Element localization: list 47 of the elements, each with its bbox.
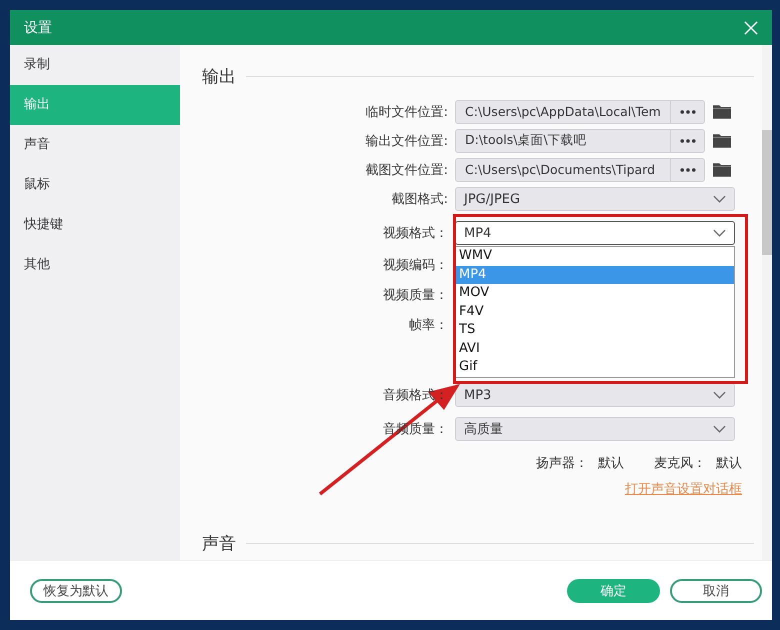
device-label: 麦克风： [654, 455, 706, 472]
folder-icon[interactable] [713, 162, 731, 177]
folder-icon[interactable] [713, 104, 731, 119]
dropdown-option[interactable]: TS [456, 321, 734, 340]
field-label: 视频编码： [382, 257, 449, 274]
field-label: 临时文件位置: [364, 104, 449, 120]
dropdown[interactable]: 高质量 [455, 417, 735, 441]
dropdown-option[interactable]: WMV [456, 247, 734, 266]
path-field[interactable]: C:\Users\pc\AppData\Local\Tem [455, 100, 705, 124]
chevron-icon [713, 391, 726, 399]
sidebar-item[interactable]: 录制 [10, 45, 180, 85]
dropdown-option[interactable]: MOV [456, 284, 734, 302]
field-label: 视频格式： [382, 225, 449, 242]
more-icon [680, 168, 696, 172]
chevron-icon [713, 195, 726, 203]
dropdown-option[interactable]: F4V [456, 302, 734, 321]
sidebar-item[interactable]: 声音 [10, 125, 180, 165]
folder-icon[interactable] [713, 133, 731, 148]
dropdown-option[interactable]: AVI [456, 340, 734, 358]
field-label: 视频质量： [382, 287, 449, 304]
path-field[interactable]: D:\tools\桌面\下载吧 [455, 128, 705, 152]
reset-button[interactable]: 恢复为默认 [30, 578, 122, 602]
more-icon [680, 110, 696, 114]
sidebar-item[interactable]: 快捷键 [10, 205, 180, 245]
device-label: 扬声器： [536, 455, 588, 472]
section-title: 输出 [202, 66, 236, 88]
device-value: 默认 [716, 455, 742, 472]
dropdown[interactable]: JPG/JPEG [455, 187, 735, 211]
section-title: 声音 [202, 532, 236, 554]
field-label: 截图格式: [390, 191, 449, 208]
window-title: 设置 [24, 18, 53, 36]
chevron-icon [713, 425, 726, 433]
dropdown[interactable]: MP4 [455, 221, 735, 245]
chevron-icon [713, 229, 726, 237]
field-label: 输出文件位置: [364, 132, 449, 150]
dropdown-option[interactable]: Gif [456, 358, 734, 376]
close-icon[interactable] [744, 20, 758, 34]
cancel-button[interactable]: 取消 [670, 578, 762, 602]
dropdown[interactable]: MP3 [455, 383, 735, 407]
path-field[interactable]: C:\Users\pc\Documents\Tipard [455, 158, 705, 182]
more-icon [680, 138, 696, 142]
scrollbar[interactable] [762, 45, 772, 560]
field-label: 帧率： [408, 317, 449, 334]
field-label: 截图文件位置: [364, 162, 449, 178]
sidebar-item[interactable]: 鼠标 [10, 165, 180, 205]
sidebar-item[interactable]: 其他 [10, 245, 180, 285]
device-value: 默认 [598, 455, 624, 472]
